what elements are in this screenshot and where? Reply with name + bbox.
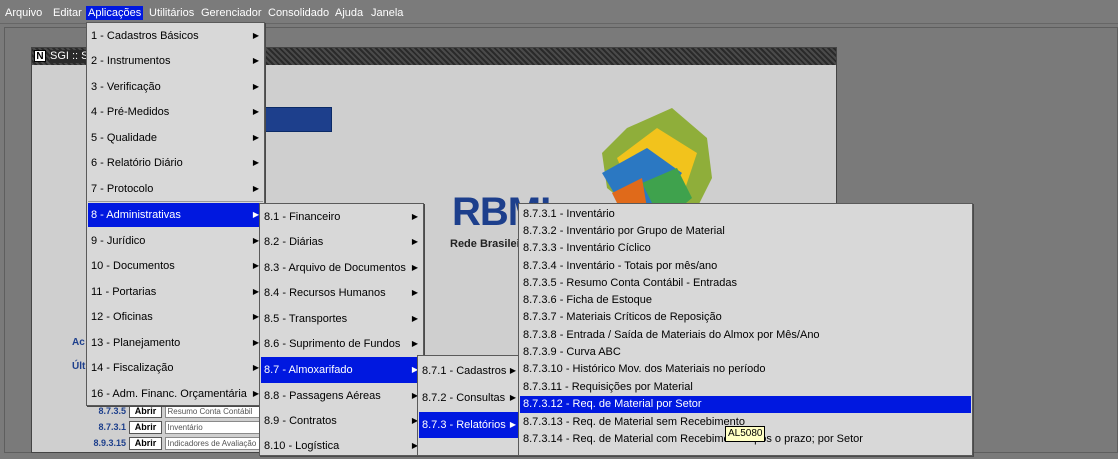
menu-item-transportes[interactable]: 8.5 - Transportes ▶ [261,306,422,332]
open-button[interactable]: Abrir [129,421,162,434]
menu-aplicacoes[interactable]: Aplicações [86,6,144,20]
menu-gerenciador[interactable]: Gerenciador [201,6,262,20]
menu-item-portarias[interactable]: 11 - Portarias ▶ [88,280,263,304]
submenu-arrow-icon: ▶ [252,184,259,193]
menubar: Arquivo Editar Aplicações Utilitários Ge… [0,0,1118,24]
menu-item-recursos-humanos[interactable]: 8.4 - Recursos Humanos ▶ [261,280,422,306]
menu-janela[interactable]: Janela [371,6,403,20]
menu-item-financeiro[interactable]: 8.1 - Financeiro ▶ [261,204,422,230]
section-label-acesso: Ac [72,337,85,348]
submenu-arrow-icon: ▶ [411,339,418,348]
shortcut-code: 8.9.3.15 [93,438,126,448]
menu-item-diarias[interactable]: 8.2 - Diárias ▶ [261,229,422,255]
menu-item-planejamento[interactable]: 13 - Planejamento ▶ [88,331,263,355]
submenu-arrow-icon: ▶ [252,107,259,116]
menu-item-requisicoes-material[interactable]: 8.7.3.11 - Requisições por Material [520,379,971,396]
menu-consolidado[interactable]: Consolidado [268,6,329,20]
submenu-arrow-icon: ▶ [411,237,418,246]
submenu-arrow-icon: ▶ [411,263,418,272]
menu-item-historico-mov[interactable]: 8.7.3.10 - Histórico Mov. dos Materiais … [520,361,971,378]
menu-item-curva-abc[interactable]: 8.7.3.9 - Curva ABC [520,344,971,361]
menu-item-cadastros[interactable]: 8.7.1 - Cadastros ▶ [419,358,520,384]
menu-item-relatorio-diario[interactable]: 6 - Relatório Diário ▶ [88,151,263,175]
menu-item-cadastros-basicos[interactable]: 1 - Cadastros Básicos ▶ [88,24,263,48]
window-app-icon[interactable]: N [34,50,46,62]
menu-item-entrada-saida[interactable]: 8.7.3.8 - Entrada / Saída de Materiais d… [520,327,971,344]
submenu-arrow-icon: ▶ [509,366,516,375]
submenu-arrow-icon: ▶ [509,393,516,402]
header-banner-bar [262,107,332,132]
section-label-ultimos: Últ [72,361,86,372]
menu-arquivo[interactable]: Arquivo [5,6,42,20]
menu-item-contratos[interactable]: 8.9 - Contratos ▶ [261,408,422,434]
menu-item-resumo-conta-contabil[interactable]: 8.7.3.5 - Resumo Conta Contábil - Entrad… [520,275,971,292]
tooltip: AL5080 [725,426,766,442]
menu-item-juridico[interactable]: 9 - Jurídico ▶ [88,229,263,253]
menu-separator [88,201,263,202]
menu-ajuda[interactable]: Ajuda [335,6,363,20]
menu-relatorios-dropdown: 8.7.3.1 - Inventário 8.7.3.2 - Inventári… [518,203,973,456]
submenu-arrow-icon: ▶ [411,212,418,221]
submenu-arrow-icon: ▶ [411,314,418,323]
open-button[interactable]: Abrir [129,405,162,418]
menu-item-adm-financ-orcamentaria[interactable]: 16 - Adm. Financ. Orçamentária ▶ [88,382,263,406]
submenu-arrow-icon: ▶ [252,158,259,167]
menu-item-documentos[interactable]: 10 - Documentos ▶ [88,254,263,278]
menu-item-passagens-aereas[interactable]: 8.8 - Passagens Aéreas ▶ [261,383,422,409]
menu-almoxarifado-dropdown: 8.7.1 - Cadastros ▶ 8.7.2 - Consultas ▶ 8.… [417,355,522,456]
menu-item-protocolo[interactable]: 7 - Protocolo ▶ [88,177,263,201]
menu-item-verificacao[interactable]: 3 - Verificação ▶ [88,75,263,99]
menu-item-pre-medidos[interactable]: 4 - Pré-Medidos ▶ [88,100,263,124]
menu-item-almoxarifado[interactable]: 8.7 - Almoxarifado ▶ [261,357,422,383]
menu-utilitarios[interactable]: Utilitários [149,6,194,20]
menu-item-qualidade[interactable]: 5 - Qualidade ▶ [88,126,263,150]
menu-item-inventario[interactable]: 8.7.3.1 - Inventário [520,206,971,223]
submenu-arrow-icon: ▶ [252,133,259,142]
menu-item-consultas[interactable]: 8.7.2 - Consultas ▶ [419,385,520,411]
menu-item-materiais-criticos[interactable]: 8.7.3.7 - Materiais Críticos de Reposiçã… [520,309,971,326]
menu-aplicacoes-dropdown: 1 - Cadastros Básicos ▶ 2 - Instrumentos ▶… [86,22,265,406]
menu-editar[interactable]: Editar [53,6,82,20]
menu-item-ficha-estoque[interactable]: 8.7.3.6 - Ficha de Estoque [520,292,971,309]
menu-item-administrativas[interactable]: 8 - Administrativas ▶ [88,203,263,227]
submenu-arrow-icon: ▶ [252,56,259,65]
menu-item-fiscalizacao[interactable]: 14 - Fiscalização ▶ [88,356,263,380]
menu-item-inventario-grupo[interactable]: 8.7.3.2 - Inventário por Grupo de Materi… [520,223,971,240]
menu-administrativas-dropdown: 8.1 - Financeiro ▶ 8.2 - Diárias ▶ 8.3 - A… [259,203,424,456]
submenu-arrow-icon: ▶ [252,31,259,40]
menu-item-arquivo-documentos[interactable]: 8.3 - Arquivo de Documentos ▶ [261,255,422,281]
submenu-arrow-icon: ▶ [509,420,516,429]
menu-item-oficinas[interactable]: 12 - Oficinas ▶ [88,305,263,329]
submenu-arrow-icon: ▶ [252,82,259,91]
menu-item-logistica[interactable]: 8.10 - Logística ▶ [261,433,422,459]
menu-item-inventario-ciclico[interactable]: 8.7.3.3 - Inventário Cíclico [520,240,971,257]
menu-item-req-material-setor[interactable]: 8.7.3.12 - Req. de Material por Setor [520,396,971,413]
shortcut-code: 8.7.3.5 [98,406,126,416]
menu-item-suprimento-fundos[interactable]: 8.6 - Suprimento de Fundos ▶ [261,331,422,357]
shortcut-code: 8.7.3.1 [98,422,126,432]
submenu-arrow-icon: ▶ [411,288,418,297]
menu-item-instrumentos[interactable]: 2 - Instrumentos ▶ [88,49,263,73]
menu-item-relatorios[interactable]: 8.7.3 - Relatórios ▶ [419,412,520,438]
open-button[interactable]: Abrir [129,437,162,450]
menu-item-inventario-totais[interactable]: 8.7.3.4 - Inventário - Totais por mês/an… [520,258,971,275]
